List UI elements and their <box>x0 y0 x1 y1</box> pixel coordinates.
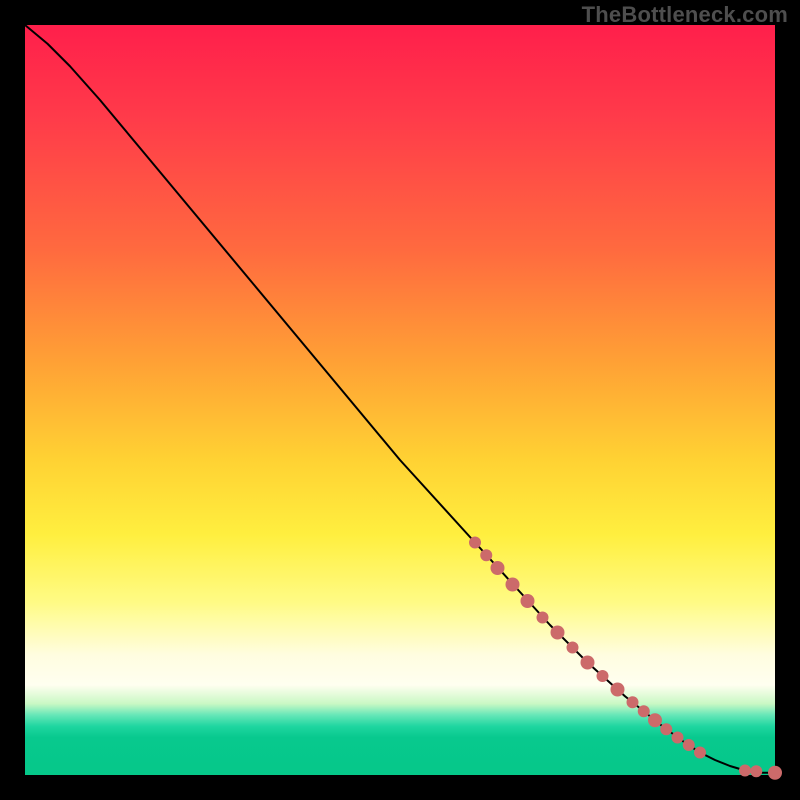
data-marker <box>750 765 762 777</box>
data-marker <box>660 723 672 735</box>
data-marker <box>694 747 706 759</box>
data-marker <box>597 670 609 682</box>
data-marker <box>551 626 565 640</box>
data-marker <box>627 696 639 708</box>
data-marker <box>638 705 650 717</box>
data-marker <box>537 612 549 624</box>
data-marker <box>506 578 520 592</box>
data-marker <box>739 765 751 777</box>
data-marker <box>491 561 505 575</box>
plot-area <box>25 25 775 775</box>
data-marker <box>521 594 535 608</box>
data-marker <box>683 739 695 751</box>
data-marker <box>611 683 625 697</box>
markers-group <box>469 537 782 780</box>
data-marker <box>581 656 595 670</box>
watermark-text: TheBottleneck.com <box>582 2 788 28</box>
chart-svg <box>25 25 775 775</box>
data-marker <box>672 732 684 744</box>
data-marker <box>648 713 662 727</box>
data-marker <box>768 766 782 780</box>
data-marker <box>567 642 579 654</box>
data-marker <box>480 549 492 561</box>
curve-line <box>25 25 775 773</box>
data-marker <box>469 537 481 549</box>
chart-frame: TheBottleneck.com <box>0 0 800 800</box>
